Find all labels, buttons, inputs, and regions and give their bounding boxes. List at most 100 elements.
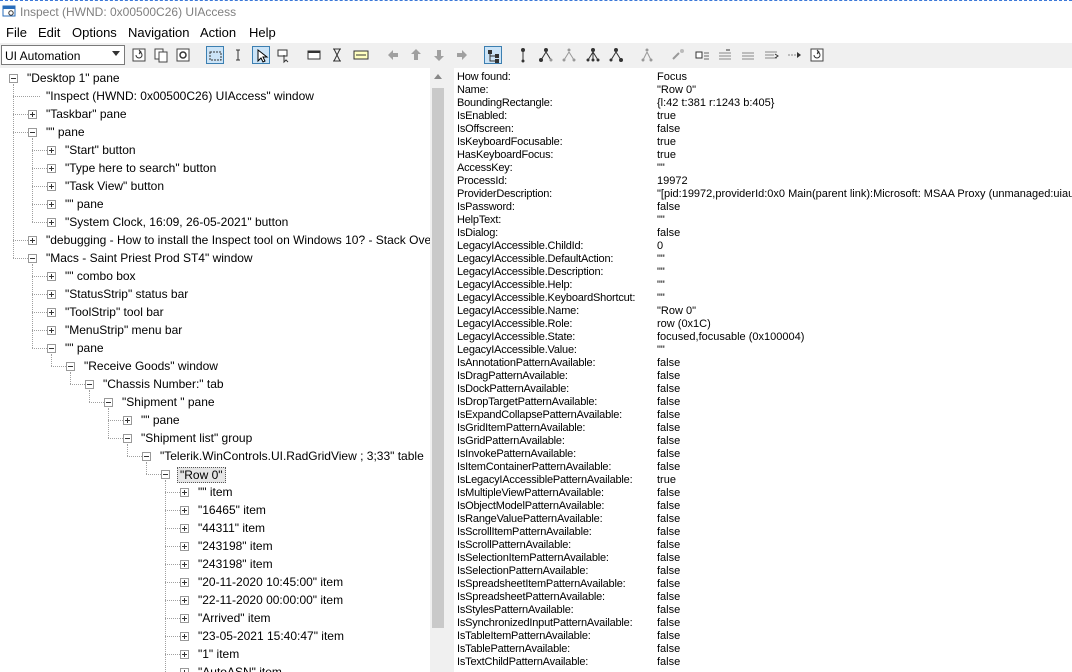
property-row[interactable]: IsScrollItemPatternAvailable: false	[454, 526, 1072, 539]
previous-sibling-button[interactable]	[584, 46, 602, 64]
property-row[interactable]: IsTableItemPatternAvailable: false	[454, 630, 1072, 643]
property-row[interactable]: IsSelectionItemPatternAvailable: false	[454, 552, 1072, 565]
property-row[interactable]: IsTextChildPatternAvailable: false	[454, 656, 1072, 669]
expand-plus-icon[interactable]	[28, 236, 37, 245]
navigate-up-button[interactable]	[407, 46, 425, 64]
property-row[interactable]: LegacyIAccessible.DefaultAction: ""	[454, 253, 1072, 266]
property-row[interactable]: IsSpreadsheetItemPatternAvailable: false	[454, 578, 1072, 591]
collapse-minus-icon[interactable]	[85, 380, 94, 389]
menu-options[interactable]: Options	[72, 25, 117, 40]
expand-plus-icon[interactable]	[47, 218, 56, 227]
property-row[interactable]: BoundingRectangle: {l:42 t:381 r:1243 b:4…	[454, 97, 1072, 110]
property-row[interactable]: IsScrollPatternAvailable: false	[454, 539, 1072, 552]
property-row[interactable]: IsDropTargetPatternAvailable: false	[454, 396, 1072, 409]
menu-file[interactable]: File	[6, 25, 27, 40]
collapse-minus-icon[interactable]	[28, 254, 37, 263]
tree-view-button[interactable]	[484, 46, 502, 64]
expand-plus-icon[interactable]	[28, 110, 37, 119]
menu-edit[interactable]: Edit	[38, 25, 60, 40]
property-row[interactable]: AccessKey: ""	[454, 162, 1072, 175]
expand-plus-icon[interactable]	[47, 146, 56, 155]
expand-plus-icon[interactable]	[180, 542, 189, 551]
navigate-forward-button[interactable]	[453, 46, 471, 64]
navigate-down-button[interactable]	[430, 46, 448, 64]
scroll-button[interactable]	[762, 46, 780, 64]
property-row[interactable]: Name: "Row 0"	[454, 84, 1072, 97]
collapse-button[interactable]	[739, 46, 757, 64]
property-row[interactable]: HelpText: ""	[454, 214, 1072, 227]
settings-button[interactable]	[174, 46, 192, 64]
expand-plus-icon[interactable]	[47, 182, 56, 191]
next-sibling-button[interactable]	[560, 46, 578, 64]
property-row[interactable]: IsPassword: false	[454, 201, 1072, 214]
watch-focus-button[interactable]	[275, 46, 293, 64]
expand-plus-icon[interactable]	[47, 200, 56, 209]
property-row[interactable]: IsSpreadsheetPatternAvailable: false	[454, 591, 1072, 604]
property-row[interactable]: IsKeyboardFocusable: true	[454, 136, 1072, 149]
properties-pane[interactable]: How found: Focus Name: "Row 0" BoundingRecta…	[454, 68, 1072, 672]
hierarchy-button[interactable]	[638, 46, 656, 64]
select-button[interactable]	[785, 46, 803, 64]
hourglass-button[interactable]	[328, 46, 346, 64]
highlight-rectangle-button[interactable]	[206, 46, 224, 64]
property-row[interactable]: IsEnabled: true	[454, 110, 1072, 123]
expand-plus-icon[interactable]	[180, 506, 189, 515]
refresh-button[interactable]	[130, 46, 148, 64]
property-row[interactable]: IsAnnotationPatternAvailable: false	[454, 357, 1072, 370]
collapse-minus-icon[interactable]	[161, 470, 170, 479]
property-row[interactable]: IsOffscreen: false	[454, 123, 1072, 136]
window-button[interactable]	[305, 46, 323, 64]
expand-plus-icon[interactable]	[180, 650, 189, 659]
show-caret-button[interactable]	[229, 46, 247, 64]
property-row[interactable]: IsObjectModelPatternAvailable: false	[454, 500, 1072, 513]
expand-plus-icon[interactable]	[180, 560, 189, 569]
property-row[interactable]: IsMultipleViewPatternAvailable: false	[454, 487, 1072, 500]
expand-button[interactable]	[716, 46, 734, 64]
property-row[interactable]: IsExpandCollapsePatternAvailable: false	[454, 409, 1072, 422]
collapse-minus-icon[interactable]	[104, 398, 113, 407]
property-row[interactable]: LegacyIAccessible.Role: row (0x1C)	[454, 318, 1072, 331]
property-row[interactable]: IsDragPatternAvailable: false	[454, 370, 1072, 383]
copy-button[interactable]	[152, 46, 170, 64]
collapse-minus-icon[interactable]	[28, 128, 37, 137]
property-row[interactable]: LegacyIAccessible.Description: ""	[454, 266, 1072, 279]
collapse-minus-icon[interactable]	[47, 344, 56, 353]
element-tree[interactable]: "Desktop 1" pane "Inspect (HWND: 0x00500C…	[0, 68, 446, 672]
collapse-minus-icon[interactable]	[66, 362, 75, 371]
parent-button[interactable]	[514, 46, 532, 64]
tooltip-button[interactable]	[352, 46, 370, 64]
collapse-minus-icon[interactable]	[123, 434, 132, 443]
property-row[interactable]: IsDockPatternAvailable: false	[454, 383, 1072, 396]
property-row[interactable]: IsItemContainerPatternAvailable: false	[454, 461, 1072, 474]
expand-plus-icon[interactable]	[180, 488, 189, 497]
expand-plus-icon[interactable]	[123, 416, 132, 425]
mode-select[interactable]: UI Automation	[1, 45, 125, 65]
property-row[interactable]: IsSelectionPatternAvailable: false	[454, 565, 1072, 578]
expand-plus-icon[interactable]	[180, 668, 189, 672]
expand-plus-icon[interactable]	[180, 578, 189, 587]
property-row[interactable]: IsInvokePatternAvailable: false	[454, 448, 1072, 461]
property-row[interactable]: IsRangeValuePatternAvailable: false	[454, 513, 1072, 526]
property-row[interactable]: HasKeyboardFocus: true	[454, 149, 1072, 162]
property-row[interactable]: IsSynchronizedInputPatternAvailable: fals…	[454, 617, 1072, 630]
expand-plus-icon[interactable]	[180, 524, 189, 533]
expand-plus-icon[interactable]	[180, 596, 189, 605]
property-row[interactable]: LegacyIAccessible.State: focused,focusabl…	[454, 331, 1072, 344]
property-row[interactable]: ProcessId: 19972	[454, 175, 1072, 188]
refresh-tree-button[interactable]	[808, 46, 826, 64]
property-row[interactable]: ProviderDescription: "[pid:19972,provider…	[454, 188, 1072, 201]
expand-plus-icon[interactable]	[47, 272, 56, 281]
first-child-button[interactable]	[537, 46, 555, 64]
menu-help[interactable]: Help	[249, 25, 276, 40]
expand-plus-icon[interactable]	[47, 164, 56, 173]
collapse-minus-icon[interactable]	[9, 74, 18, 83]
expand-plus-icon[interactable]	[47, 326, 56, 335]
expand-plus-icon[interactable]	[180, 632, 189, 641]
expand-plus-icon[interactable]	[180, 614, 189, 623]
tree-scrollbar[interactable]	[430, 68, 446, 672]
menu-action[interactable]: Action	[200, 25, 236, 40]
property-row[interactable]: LegacyIAccessible.Name: "Row 0"	[454, 305, 1072, 318]
property-row[interactable]: LegacyIAccessible.Help: ""	[454, 279, 1072, 292]
watch-cursor-button[interactable]	[252, 46, 270, 64]
property-row[interactable]: IsDialog: false	[454, 227, 1072, 240]
